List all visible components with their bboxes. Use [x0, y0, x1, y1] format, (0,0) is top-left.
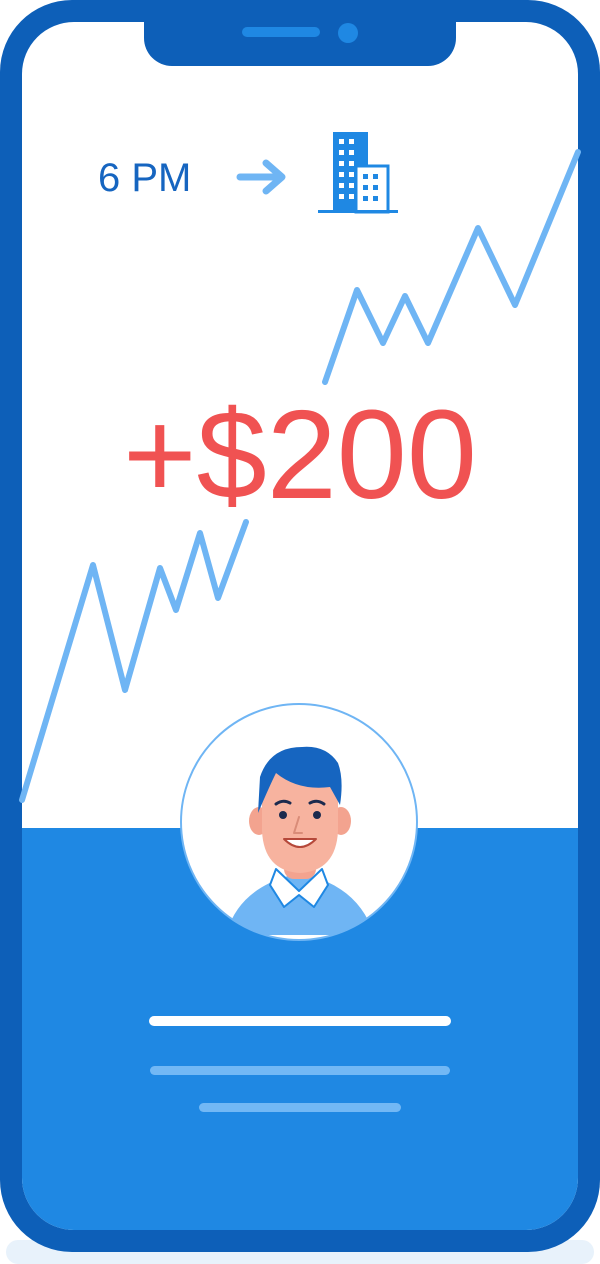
placeholder-line-tertiary [199, 1103, 401, 1112]
user-avatar-icon [180, 703, 418, 941]
arrow-right-icon [236, 159, 286, 195]
gain-amount: +$200 [123, 384, 477, 525]
placeholder-line-secondary [150, 1066, 450, 1075]
placeholder-line-primary [149, 1016, 451, 1026]
time-label: 6 PM [98, 156, 192, 200]
office-building-icon [318, 132, 398, 214]
